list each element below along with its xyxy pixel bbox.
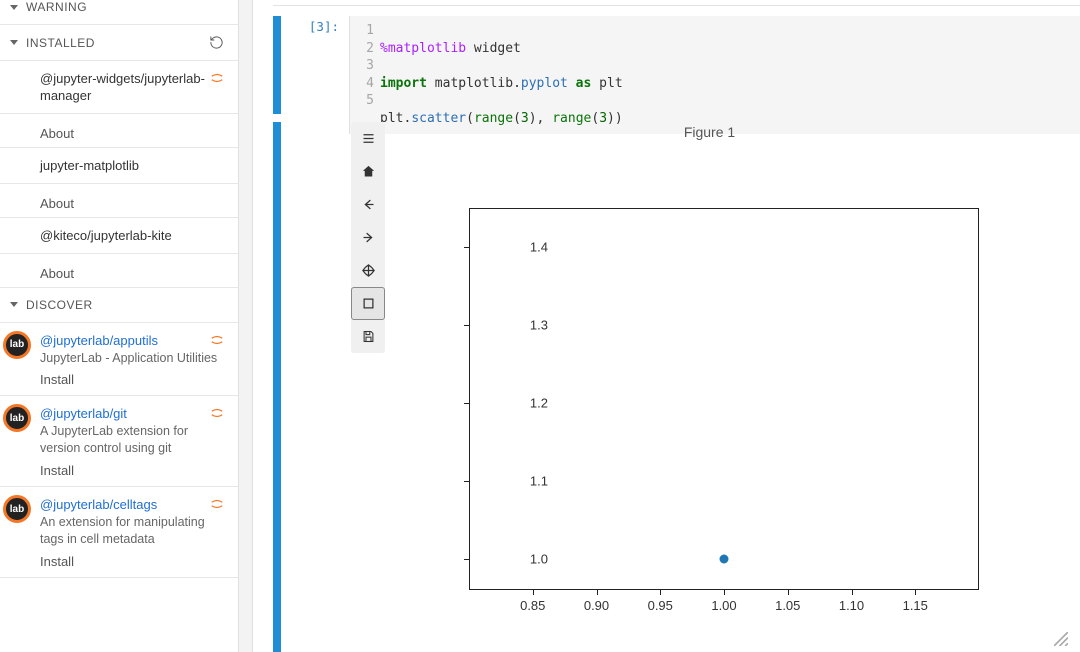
jupyter-status-icon	[210, 71, 224, 85]
installed-ext-0-about[interactable]: About	[0, 114, 238, 148]
x-tick-mark	[597, 590, 598, 595]
cell-prompt: [3]:	[281, 16, 349, 134]
data-point	[720, 554, 729, 563]
pan-icon[interactable]	[351, 254, 385, 287]
installed-ext-0: @jupyter-widgets/jupyterlab-manager	[0, 61, 238, 114]
back-icon[interactable]	[351, 188, 385, 221]
section-header-discover[interactable]: DISCOVER	[0, 288, 238, 323]
chevron-down-icon	[10, 5, 18, 10]
discover-ext-0: lab @jupyterlab/apputils JupyterLab - Ap…	[0, 323, 238, 397]
x-tick-mark	[852, 590, 853, 595]
section-title-warning: WARNING	[26, 0, 87, 14]
sidebar-scrollbar[interactable]	[239, 0, 253, 652]
x-tick-mark	[533, 590, 534, 595]
resize-grip-icon[interactable]	[1054, 632, 1068, 646]
y-tick-mark	[464, 481, 469, 482]
code-editor[interactable]: 1 2 3 4 5 %matplotlib widget import matp…	[349, 16, 1080, 134]
notebook-main: [3]: 1 2 3 4 5 %matplotlib widget import…	[253, 0, 1080, 652]
menu-icon[interactable]	[351, 122, 385, 155]
ext-action-about[interactable]: About	[40, 266, 224, 281]
section-header-warning[interactable]: WARNING	[0, 0, 238, 25]
y-tick-mark	[464, 559, 469, 560]
figure-title: Figure 1	[349, 124, 1070, 140]
x-tick-mark	[724, 590, 725, 595]
section-title-installed: INSTALLED	[26, 36, 95, 50]
x-tick-label: 1.05	[775, 598, 800, 613]
jupyterlab-badge-icon: lab	[3, 404, 31, 432]
save-icon[interactable]	[351, 320, 385, 353]
forward-icon[interactable]	[351, 221, 385, 254]
figure-output: Figure 1 1.0 1.1 1.2 1.3 1.4 0.85 0.90 0.95 1.0…	[349, 122, 1070, 652]
installed-ext-2: @kiteco/jupyterlab-kite	[0, 218, 238, 254]
ext-action-about[interactable]: About	[40, 126, 224, 141]
ext-name: jupyter-matplotlib	[40, 158, 224, 175]
y-tick-mark	[464, 247, 469, 248]
discover-ext-1: lab @jupyterlab/git A JupyterLab extensi…	[0, 396, 238, 487]
x-tick-mark	[660, 590, 661, 595]
ext-name: @kiteco/jupyterlab-kite	[40, 228, 224, 245]
y-tick-label: 1.4	[508, 239, 548, 254]
ext-desc: An extension for manipulating tags in ce…	[40, 514, 224, 548]
y-tick-label: 1.3	[508, 317, 548, 332]
ext-action-install[interactable]: Install	[40, 554, 224, 569]
jupyter-status-icon	[210, 406, 224, 420]
x-tick-label: 1.00	[711, 598, 736, 613]
ext-link[interactable]: @jupyterlab/celltags	[40, 497, 224, 512]
chevron-down-icon	[10, 302, 18, 307]
discover-ext-2: lab @jupyterlab/celltags An extension fo…	[0, 487, 238, 578]
ext-link[interactable]: @jupyterlab/git	[40, 406, 224, 421]
ext-name: @jupyter-widgets/jupyterlab-manager	[40, 71, 224, 105]
jupyter-status-icon	[210, 497, 224, 511]
section-title-discover: DISCOVER	[26, 298, 93, 312]
jupyter-status-icon	[210, 333, 224, 347]
section-header-installed[interactable]: INSTALLED	[0, 25, 238, 61]
ext-action-install[interactable]: Install	[40, 372, 224, 387]
cell-active-bar	[273, 16, 281, 114]
x-tick-label: 1.10	[839, 598, 864, 613]
x-tick-label: 0.85	[520, 598, 545, 613]
code-cell[interactable]: [3]: 1 2 3 4 5 %matplotlib widget import…	[273, 16, 1080, 134]
installed-ext-1: jupyter-matplotlib	[0, 148, 238, 184]
installed-ext-2-about[interactable]: About	[0, 254, 238, 288]
y-tick-label: 1.1	[508, 473, 548, 488]
home-icon[interactable]	[351, 155, 385, 188]
output-active-bar	[273, 122, 281, 652]
y-tick-label: 1.0	[508, 551, 548, 566]
chevron-down-icon	[10, 40, 18, 45]
extension-sidebar[interactable]: WARNING INSTALLED @jupyter-widgets/jupyt…	[0, 0, 239, 652]
ext-action-about[interactable]: About	[40, 196, 224, 211]
y-tick-mark	[464, 403, 469, 404]
zoom-rect-icon[interactable]	[351, 287, 385, 320]
line-gutter: 1 2 3 4 5	[350, 22, 380, 128]
jupyterlab-badge-icon: lab	[3, 495, 31, 523]
ext-action-install[interactable]: Install	[40, 463, 224, 478]
ext-desc: JupyterLab - Application Utilities	[40, 350, 224, 367]
code-lines[interactable]: %matplotlib widget import matplotlib.pyp…	[380, 22, 635, 128]
x-tick-label: 0.95	[648, 598, 673, 613]
ext-desc: A JupyterLab extension for version contr…	[40, 423, 224, 457]
x-tick-label: 0.90	[584, 598, 609, 613]
figure-toolbar	[351, 122, 385, 353]
ext-link[interactable]: @jupyterlab/apputils	[40, 333, 224, 348]
x-tick-mark	[788, 590, 789, 595]
installed-ext-1-about[interactable]: About	[0, 184, 238, 218]
refresh-icon[interactable]	[209, 35, 224, 50]
y-tick-mark	[464, 325, 469, 326]
divider	[273, 5, 1080, 6]
x-tick-label: 1.15	[903, 598, 928, 613]
x-tick-mark	[915, 590, 916, 595]
y-tick-label: 1.2	[508, 395, 548, 410]
jupyterlab-badge-icon: lab	[3, 331, 31, 359]
